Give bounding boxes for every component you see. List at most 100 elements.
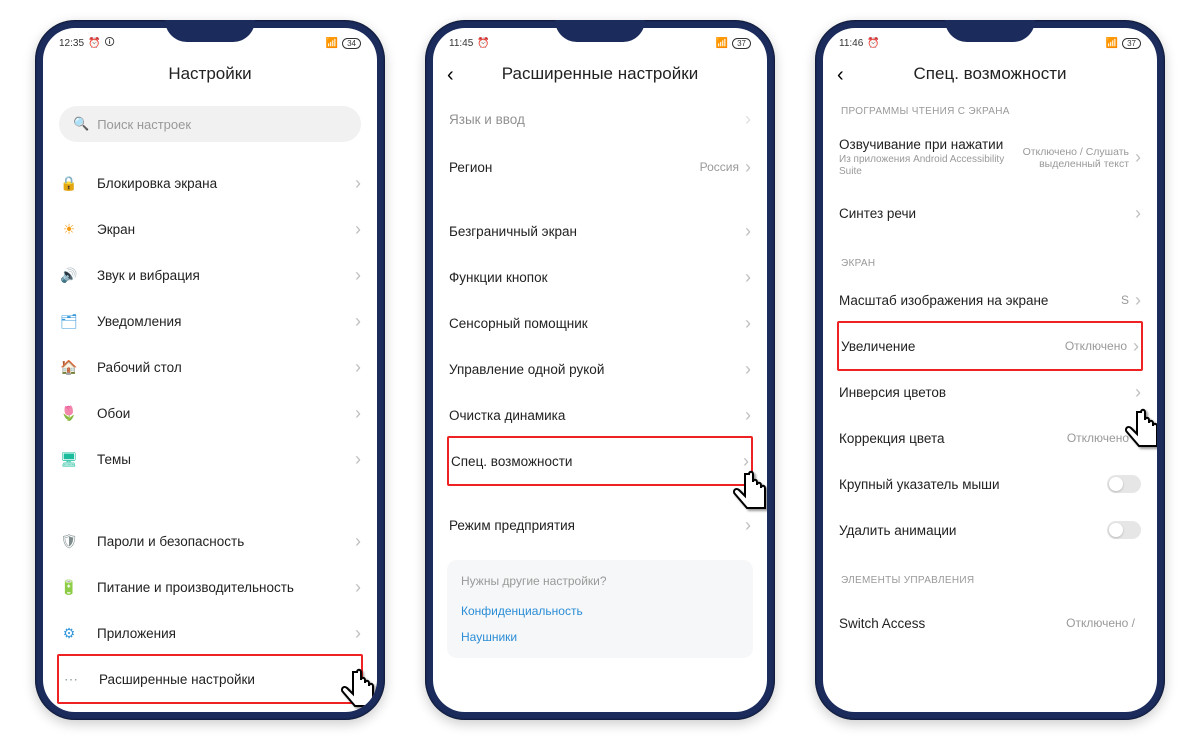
back-button[interactable]: ‹ [447, 64, 454, 87]
row-apps[interactable]: ⚙Приложения› [43, 610, 377, 656]
phone-frame-1: 12:35 ⏰ 🛈 📶 34 Настройки 🔍 Поиск настрое… [35, 20, 385, 720]
accessibility-list: ПРОГРАММЫ ЧТЕНИЯ С ЭКРАНА Озвучивание пр… [823, 98, 1157, 640]
row-language-input[interactable]: Язык и ввод› [433, 98, 767, 144]
notch [165, 20, 255, 42]
row-sound[interactable]: 🔊Звук и вибрация› [43, 252, 377, 298]
row-home-screen[interactable]: 🏠Рабочий стол› [43, 344, 377, 390]
row-speaker-cleaner[interactable]: Очистка динамика› [433, 392, 767, 438]
section-controls: ЭЛЕМЕНТЫ УПРАВЛЕНИЯ [823, 567, 1157, 594]
row-enterprise-mode[interactable]: Режим предприятия› [433, 502, 767, 548]
chevron-right-icon: › [1133, 336, 1139, 357]
chevron-right-icon: › [1135, 382, 1141, 403]
battery-badge: 34 [342, 38, 361, 49]
signal-icon: 📶 [1106, 38, 1118, 49]
lock-icon: 🔒 [59, 173, 79, 193]
hint-link-headphones[interactable]: Наушники [461, 624, 739, 650]
battery-badge: 37 [732, 38, 751, 49]
chevron-right-icon: › [355, 173, 361, 194]
chevron-right-icon: › [1135, 428, 1141, 449]
row-themes[interactable]: 🖥Темы› [43, 436, 377, 482]
chevron-right-icon: › [1135, 147, 1141, 168]
highlight-magnification: УвеличениеОтключено› [837, 321, 1143, 371]
settings-list: 🔒Блокировка экрана› ☀Экран› 🔊Звук и вибр… [43, 160, 377, 704]
phone-frame-3: 11:46⏰ 📶37 ‹ Спец. возможности ПРОГРАММЫ… [815, 20, 1165, 720]
row-display-scale[interactable]: Масштаб изображения на экранеS› [823, 277, 1157, 323]
advanced-list: Язык и ввод› РегионРоссия› Безграничный … [433, 98, 767, 658]
search-input[interactable]: 🔍 Поиск настроек [59, 106, 361, 142]
screen-1: 12:35 ⏰ 🛈 📶 34 Настройки 🔍 Поиск настрое… [43, 28, 377, 712]
row-wallpaper[interactable]: 🌷Обои› [43, 390, 377, 436]
back-button[interactable]: ‹ [837, 64, 844, 87]
wallpaper-icon: 🌷 [59, 403, 79, 423]
alarm-icon: ⏰ [88, 38, 100, 49]
row-lock-screen[interactable]: 🔒Блокировка экрана› [43, 160, 377, 206]
dnd-icon: 🛈 [104, 35, 114, 52]
hint-title: Нужны другие настройки? [461, 574, 739, 588]
chevron-right-icon: › [1135, 290, 1141, 311]
more-icon: ⋯ [61, 669, 81, 689]
chevron-right-icon: › [355, 219, 361, 240]
sound-icon: 🔊 [59, 265, 79, 285]
theme-icon: 🖥 [59, 449, 79, 469]
section-display: ЭКРАН [823, 250, 1157, 277]
row-region[interactable]: РегионРоссия› [433, 144, 767, 190]
chevron-right-icon: › [355, 311, 361, 332]
row-tts[interactable]: Синтез речи› [823, 190, 1157, 236]
chevron-right-icon: › [745, 515, 751, 536]
row-one-handed[interactable]: Управление одной рукой› [433, 346, 767, 392]
row-display[interactable]: ☀Экран› [43, 206, 377, 252]
row-accessibility[interactable]: Спец. возможности› [449, 438, 751, 484]
bell-icon: 🗂 [59, 311, 79, 331]
row-color-inversion[interactable]: Инверсия цветов› [823, 369, 1157, 415]
highlight-advanced-settings: ⋯Расширенные настройки› [57, 654, 363, 704]
row-color-correction[interactable]: Коррекция цветаОтключено› [823, 415, 1157, 461]
chevron-right-icon: › [745, 109, 751, 130]
row-magnification[interactable]: УвеличениеОтключено› [839, 323, 1141, 369]
hint-link-privacy[interactable]: Конфиденциальность [461, 598, 739, 624]
header: ‹ Спец. возможности [823, 54, 1157, 98]
chevron-right-icon: › [355, 357, 361, 378]
chevron-right-icon: › [1135, 203, 1141, 224]
row-battery-perf[interactable]: 🔋Питание и производительность› [43, 564, 377, 610]
chevron-right-icon: › [745, 221, 751, 242]
chevron-right-icon: › [745, 313, 751, 334]
search-icon: 🔍 [73, 116, 89, 132]
chevron-right-icon: › [355, 623, 361, 644]
status-time: 11:45 [449, 38, 473, 49]
row-button-shortcuts[interactable]: Функции кнопок› [433, 254, 767, 300]
screen-3: 11:46⏰ 📶37 ‹ Спец. возможности ПРОГРАММЫ… [823, 28, 1157, 712]
gear-icon: ⚙ [59, 623, 79, 643]
row-large-pointer[interactable]: Крупный указатель мыши [823, 461, 1157, 507]
row-passwords-security[interactable]: 🛡Пароли и безопасность› [43, 518, 377, 564]
toggle-off[interactable] [1107, 521, 1141, 539]
chevron-right-icon: › [355, 449, 361, 470]
row-notifications[interactable]: 🗂Уведомления› [43, 298, 377, 344]
notch [945, 20, 1035, 42]
screen-2: 11:45 ⏰ 📶 37 ‹ Расширенные настройки Язык … [433, 28, 767, 712]
search-placeholder: Поиск настроек [97, 117, 191, 132]
signal-icon: 📶 [326, 38, 338, 49]
page-title: Спец. возможности [839, 64, 1141, 84]
battery-icon: 🔋 [59, 577, 79, 597]
notch [555, 20, 645, 42]
row-remove-animations[interactable]: Удалить анимации [823, 507, 1157, 553]
chevron-right-icon: › [355, 531, 361, 552]
toggle-off[interactable] [1107, 475, 1141, 493]
status-time: 12:35 [59, 38, 84, 49]
chevron-right-icon: › [745, 157, 751, 178]
highlight-accessibility: Спец. возможности› [447, 436, 753, 486]
row-advanced-settings[interactable]: ⋯Расширенные настройки› [59, 656, 361, 702]
chevron-right-icon: › [353, 669, 359, 690]
battery-badge: 37 [1122, 38, 1141, 49]
signal-icon: 📶 [716, 38, 728, 49]
chevron-right-icon: › [745, 405, 751, 426]
alarm-icon: ⏰ [477, 38, 489, 49]
row-switch-access[interactable]: Switch AccessОтключено / [823, 594, 1157, 640]
chevron-right-icon: › [745, 359, 751, 380]
page-title: Расширенные настройки [449, 64, 751, 84]
row-quick-ball[interactable]: Сенсорный помощник› [433, 300, 767, 346]
row-talkback[interactable]: Озвучивание при нажатии Из приложения An… [823, 125, 1157, 190]
status-time: 11:46 [839, 38, 863, 49]
row-fullscreen[interactable]: Безграничный экран› [433, 208, 767, 254]
header: ‹ Расширенные настройки [433, 54, 767, 98]
